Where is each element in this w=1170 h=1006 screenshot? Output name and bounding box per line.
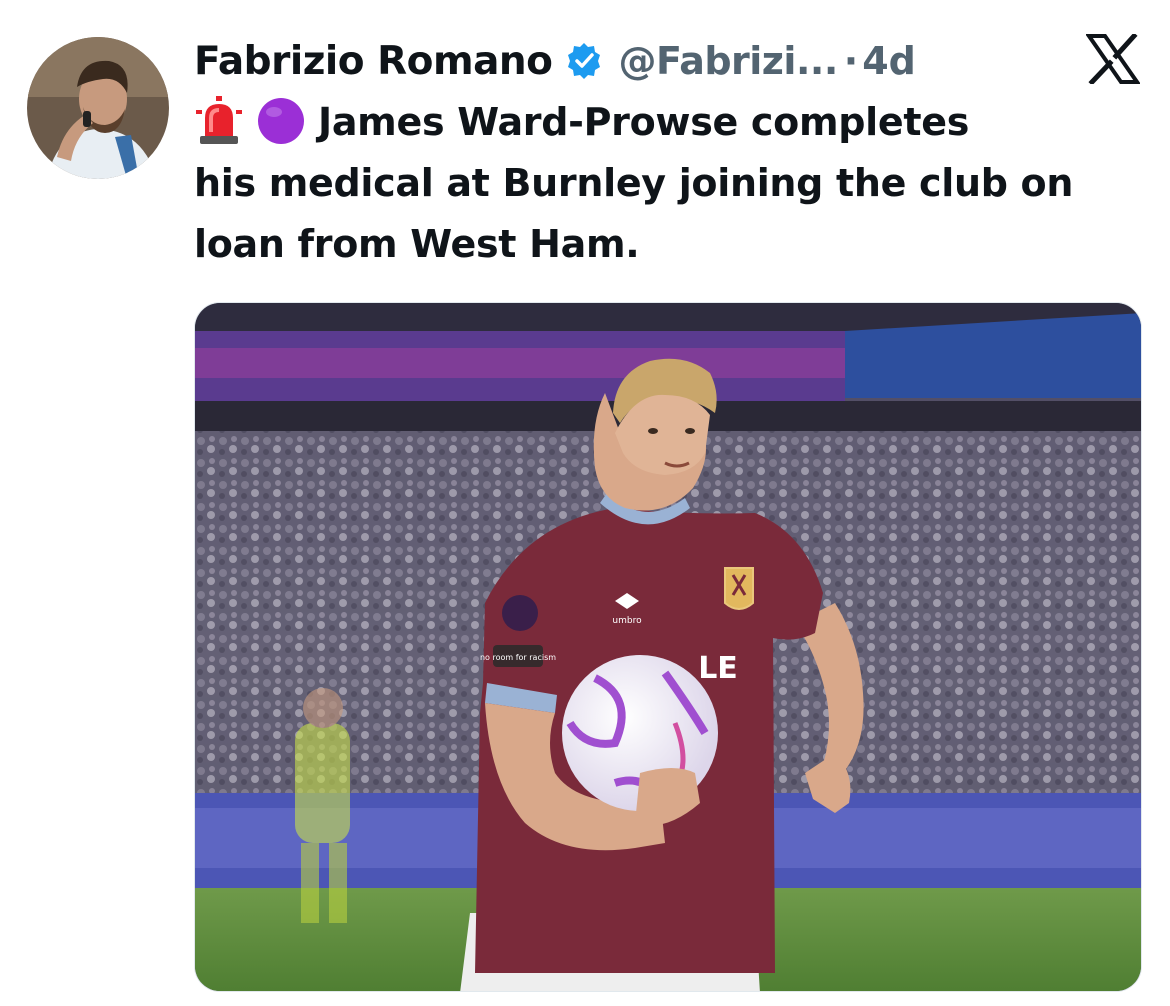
tweet-text: James Ward-Prowse completes his medical …	[194, 92, 1154, 275]
tweet-text-line-2: his medical at Burnley joining the club …	[194, 161, 1074, 205]
tweet-text-line-1: James Ward-Prowse completes	[194, 92, 1154, 153]
shirt-sponsor-text: LE	[698, 651, 738, 686]
tweet-media-photo[interactable]: umbro no room for racism LE	[194, 302, 1142, 992]
tweet-card[interactable]: Fabrizio Romano @Fabrizi... · 4d James W…	[0, 0, 1170, 1006]
author-handle[interactable]: @Fabrizi...	[618, 39, 838, 83]
avatar[interactable]	[27, 37, 169, 179]
tweet-text-line-3: loan from West Ham.	[194, 222, 640, 266]
x-logo-icon[interactable]	[1085, 32, 1141, 86]
rotating-light-emoji	[194, 95, 244, 146]
tweet-timestamp[interactable]: 4d	[862, 39, 916, 83]
club-crest	[724, 567, 754, 610]
tweet-text-part-1: James Ward-Prowse completes	[318, 100, 970, 144]
author-name[interactable]: Fabrizio Romano	[194, 39, 553, 84]
kit-maker-text: umbro	[612, 616, 642, 626]
purple-circle-emoji	[256, 96, 306, 146]
tweet-header: Fabrizio Romano @Fabrizi... · 4d	[194, 36, 916, 86]
verified-badge-icon	[564, 41, 604, 81]
sleeve-badge-text: no room for racism	[480, 653, 556, 662]
avatar-photo	[27, 37, 169, 179]
separator-dot: ·	[843, 39, 859, 83]
player-photo: umbro no room for racism LE	[195, 303, 1141, 991]
